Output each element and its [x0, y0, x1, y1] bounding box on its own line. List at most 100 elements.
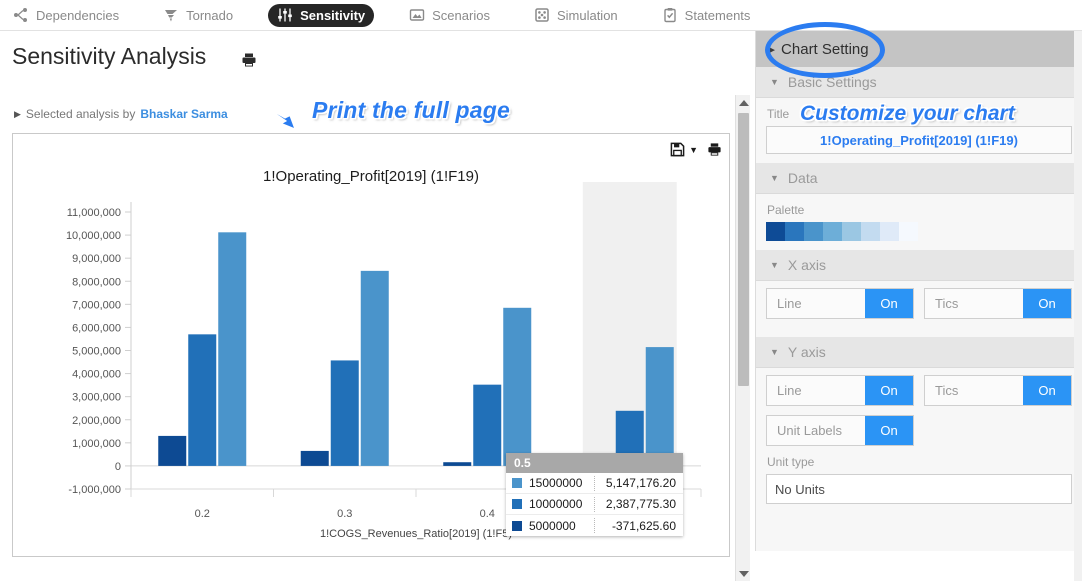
nav-tab-label: Scenarios: [432, 7, 490, 23]
svg-text:4,000,000: 4,000,000: [72, 369, 121, 381]
nav-tab-label: Simulation: [556, 7, 618, 23]
main-pane-scrollbar[interactable]: [735, 95, 750, 581]
tooltip-swatch: [512, 478, 522, 488]
chart-setting-header[interactable]: ▸▸ Chart Setting: [756, 31, 1082, 67]
tooltip-value: 5,147,176.20: [605, 476, 676, 490]
chart-tooltip: 0.5 15000000 5,147,176.20 10000000 2,387…: [506, 453, 683, 536]
nav-tab-label: Tornado: [186, 7, 234, 23]
chevron-down-icon: ▼: [770, 77, 779, 87]
section-y-axis[interactable]: ▼ Y axis: [756, 337, 1082, 368]
palette-label: Palette: [767, 203, 805, 217]
title-field-label: Title: [767, 107, 790, 121]
scroll-down-arrow-icon[interactable]: [736, 566, 751, 581]
svg-text:0.4: 0.4: [480, 508, 495, 520]
subtitle-prefix: Selected analysis by: [25, 107, 136, 121]
toggle-label: Unit Labels: [777, 423, 843, 438]
x-axis-controls: Line On Tics On: [766, 288, 1072, 319]
printer-icon[interactable]: [241, 52, 257, 68]
svg-text:6,000,000: 6,000,000: [72, 322, 121, 334]
section-label: Y axis: [787, 344, 826, 360]
svg-text:10,000,000: 10,000,000: [66, 230, 121, 242]
section-data[interactable]: ▼ Data: [756, 163, 1082, 194]
chart-card: ▼ 1!Operating_Profit[2019] (1!F19) 11,00…: [12, 133, 730, 557]
x-axis-tics-toggle[interactable]: Tics On: [924, 288, 1072, 319]
svg-text:0: 0: [115, 461, 121, 473]
sidebar-scrollbar[interactable]: [1074, 31, 1082, 581]
page-subtitle: ▶ Selected analysis by Bhaskar Sarma: [14, 107, 228, 121]
nav-tab-label: Sensitivity: [300, 7, 366, 23]
y-axis-tics-toggle[interactable]: Tics On: [924, 375, 1072, 406]
palette-swatch[interactable]: [842, 222, 861, 241]
palette-swatch[interactable]: [899, 222, 918, 241]
chevron-down-icon: ▼: [770, 260, 779, 270]
subtitle-author: Bhaskar Sarma: [140, 107, 228, 121]
section-label: Data: [787, 170, 818, 186]
toggle-state[interactable]: On: [865, 416, 913, 445]
tooltip-series-name: 10000000: [529, 497, 583, 511]
page-title: Sensitivity Analysis: [12, 43, 207, 69]
nav-tab-scenarios[interactable]: Scenarios: [400, 4, 499, 27]
toggle-state[interactable]: On: [1023, 289, 1071, 318]
toggle-label: Tics: [935, 383, 959, 398]
x-axis-line-toggle[interactable]: Line On: [766, 288, 914, 319]
clipboard-check-icon: [663, 8, 676, 23]
svg-text:-1,000,000: -1,000,000: [68, 484, 121, 496]
palette-swatch[interactable]: [880, 222, 899, 241]
tooltip-swatch: [512, 520, 522, 531]
tooltip-value: 2,387,775.30: [605, 497, 676, 511]
toggle-label: Line: [777, 296, 802, 311]
chart-title-input[interactable]: 1!Operating_Profit[2019] (1!F19): [766, 126, 1072, 154]
palette-swatch[interactable]: [766, 222, 785, 241]
svg-text:8,000,000: 8,000,000: [72, 276, 121, 288]
chevron-down-icon: ▼: [770, 347, 779, 357]
nav-tab-tornado[interactable]: Tornado: [154, 4, 242, 27]
toggle-label: Line: [777, 383, 802, 398]
tooltip-value: -371,625.60: [611, 518, 676, 533]
tooltip-swatch: [512, 499, 522, 509]
collapse-panel-icon[interactable]: ▸▸: [766, 43, 775, 56]
unit-type-input[interactable]: No Units: [766, 474, 1072, 504]
svg-text:1!COGS_Revenues_Ratio[2019] (1: 1!COGS_Revenues_Ratio[2019] (1!F5): [320, 528, 512, 540]
nav-tab-label: Dependencies: [36, 7, 120, 23]
toggle-state[interactable]: On: [865, 376, 913, 405]
palette-swatch[interactable]: [785, 222, 804, 241]
expand-caret-icon[interactable]: ▶: [14, 109, 21, 120]
toggle-state[interactable]: On: [1023, 376, 1071, 405]
toggle-label: Tics: [935, 296, 959, 311]
svg-text:11,000,000: 11,000,000: [67, 207, 121, 219]
scroll-up-arrow-icon[interactable]: [736, 95, 751, 110]
section-x-axis[interactable]: ▼ X axis: [756, 250, 1082, 281]
x-axis-body: Line On Tics On: [756, 281, 1082, 337]
nav-tab-dependencies[interactable]: Dependencies: [4, 4, 128, 27]
tooltip-row: 5000000 -371,625.60: [506, 515, 683, 536]
nav-tab-simulation[interactable]: Simulation: [525, 4, 627, 27]
tornado-icon: [165, 10, 178, 22]
svg-text:3,000,000: 3,000,000: [72, 392, 121, 404]
section-basic-settings[interactable]: ▼ Basic Settings: [756, 67, 1082, 98]
basic-settings-body: Title 1!Operating_Profit[2019] (1!F19): [756, 98, 1082, 163]
chart-setting-title: Chart Setting: [781, 40, 869, 58]
svg-text:2,000,000: 2,000,000: [72, 415, 121, 427]
palette-swatch[interactable]: [861, 222, 880, 241]
y-axis-controls: Line On Tics On: [766, 375, 1072, 406]
palette-swatch[interactable]: [823, 222, 842, 241]
unit-labels-toggle[interactable]: Unit Labels On: [766, 415, 914, 446]
y-axis-line-toggle[interactable]: Line On: [766, 375, 914, 406]
scrollbar-thumb[interactable]: [738, 113, 749, 386]
palette-swatch[interactable]: [804, 222, 823, 241]
section-label: X axis: [787, 257, 827, 273]
section-label: Basic Settings: [787, 74, 877, 90]
unit-labels-row: Unit Labels On: [766, 415, 1072, 446]
y-axis-body: Line On Tics On Unit Labels On Unit type…: [756, 368, 1082, 513]
annotation-arrow-print: [263, 105, 297, 131]
nav-tab-statements[interactable]: Statements: [653, 4, 760, 27]
tooltip-row: 15000000 5,147,176.20: [506, 473, 683, 494]
dependencies-icon: [14, 8, 27, 22]
toggle-state[interactable]: On: [865, 289, 913, 318]
palette-swatches: [766, 222, 1072, 241]
svg-text:9,000,000: 9,000,000: [72, 253, 121, 265]
top-navigation: Dependencies Tornado Sensitivity Scenari…: [0, 0, 1082, 31]
svg-text:1,000,000: 1,000,000: [72, 438, 121, 450]
svg-text:7,000,000: 7,000,000: [72, 299, 121, 311]
nav-tab-sensitivity[interactable]: Sensitivity: [268, 3, 375, 27]
